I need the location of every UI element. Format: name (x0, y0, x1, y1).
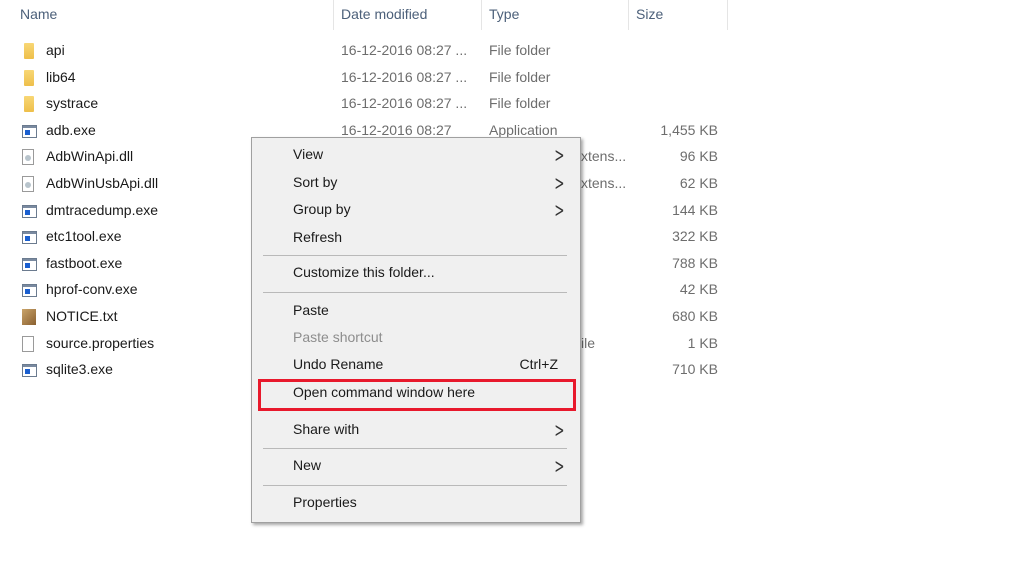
column-header-bar: ^ Name Date modified Type Size (0, 0, 1024, 30)
file-name: AdbWinApi.dll (46, 148, 134, 165)
menu-item-label: Undo Rename (293, 356, 384, 372)
context-menu: View > Sort by > Group by > Refresh Customi… (251, 137, 581, 523)
file-size: 322 KB (672, 228, 718, 245)
chevron-right-icon: > (554, 143, 565, 167)
file-type: ile (581, 334, 596, 351)
file-size: 42 KB (679, 281, 718, 298)
menu-separator (263, 485, 567, 486)
menu-item-label: Open command window here (293, 384, 476, 400)
file-name: AdbWinUsbApi.dll (46, 175, 159, 191)
menu-item-label: Customize this folder... (293, 264, 435, 280)
chevron-right-icon: > (554, 198, 565, 222)
exe-icon (22, 124, 37, 138)
menu-item-paste[interactable]: Paste (252, 298, 580, 324)
keyboard-shortcut: Ctrl+Z (519, 356, 559, 372)
file-size: 96 KB (679, 148, 718, 165)
file-size: 788 KB (672, 254, 718, 271)
file-type: xtens... (581, 175, 627, 191)
column-header-type[interactable]: Type (489, 6, 519, 22)
file-size: 62 KB (679, 175, 718, 191)
menu-item-label: Sort by (293, 174, 338, 190)
file-size: 1,455 KB (660, 121, 718, 138)
file-date: 16-12-2016 08:27 ... (341, 42, 468, 58)
file-name: dmtracedump.exe (46, 201, 159, 218)
menu-item-label: Group by (293, 201, 351, 217)
file-date: 16-12-2016 08:27 (341, 121, 452, 138)
menu-item-label: Share with (293, 421, 360, 437)
chevron-right-icon: > (554, 418, 565, 442)
menu-separator (263, 448, 567, 449)
menu-item-sort-by[interactable]: Sort by > (252, 170, 580, 196)
menu-item-properties[interactable]: Properties (252, 490, 580, 516)
menu-item-group-by[interactable]: Group by > (252, 197, 580, 223)
dll-icon (22, 176, 34, 192)
file-name: fastboot.exe (46, 254, 123, 271)
file-name: sqlite3.exe (46, 361, 113, 378)
exe-icon (22, 257, 37, 271)
menu-item-paste-shortcut: Paste shortcut (252, 325, 580, 351)
file-type: Application (489, 121, 558, 138)
menu-item-view[interactable]: View > (252, 142, 580, 168)
file-row[interactable]: api 16-12-2016 08:27 ... File folder (0, 38, 740, 64)
file-date: 16-12-2016 08:27 ... (341, 68, 468, 85)
menu-item-refresh[interactable]: Refresh (252, 225, 580, 251)
menu-item-new[interactable]: New > (252, 453, 580, 479)
column-divider[interactable] (628, 0, 629, 30)
file-name: systrace (46, 95, 99, 112)
exe-icon (22, 364, 37, 378)
menu-item-label: Paste (293, 302, 329, 318)
menu-separator (263, 255, 567, 256)
file-name: api (46, 42, 65, 58)
folder-icon (24, 69, 34, 86)
column-divider[interactable] (727, 0, 728, 30)
folder-icon (24, 43, 34, 59)
menu-item-label: Properties (293, 494, 357, 510)
column-header-name[interactable]: Name (20, 6, 57, 22)
dll-icon (22, 149, 34, 166)
file-name: hprof-conv.exe (46, 281, 138, 298)
menu-item-open-command-window[interactable]: Open command window here (252, 380, 580, 406)
file-type: File folder (489, 95, 551, 112)
file-size: 710 KB (672, 361, 718, 378)
file-name: adb.exe (46, 121, 96, 138)
file-type: xtens... (581, 148, 627, 165)
menu-item-label: Refresh (293, 229, 343, 245)
file-size: 680 KB (672, 308, 718, 324)
file-name: etc1tool.exe (46, 228, 122, 245)
column-divider[interactable] (481, 0, 482, 30)
txt-icon (22, 309, 36, 325)
chevron-right-icon: > (554, 171, 565, 195)
file-row[interactable]: systrace 16-12-2016 08:27 ... File folder (0, 91, 740, 117)
exe-icon (22, 284, 37, 298)
file-type: File folder (489, 68, 551, 85)
chevron-right-icon: > (554, 454, 565, 478)
file-size: 1 KB (687, 334, 718, 351)
file-row[interactable]: lib64 16-12-2016 08:27 ... File folder (0, 65, 740, 91)
file-name: NOTICE.txt (46, 308, 118, 324)
column-divider[interactable] (333, 0, 334, 30)
file-type: File folder (489, 42, 551, 58)
sort-ascending-icon: ^ (166, 0, 172, 6)
menu-separator (263, 292, 567, 293)
folder-icon (24, 96, 34, 113)
menu-item-share-with[interactable]: Share with > (252, 417, 580, 443)
file-size: 144 KB (672, 201, 718, 218)
file-date: 16-12-2016 08:27 ... (341, 95, 468, 112)
file-name: source.properties (46, 334, 155, 351)
column-header-date[interactable]: Date modified (341, 6, 427, 22)
file-icon (22, 335, 34, 352)
exe-icon (22, 231, 37, 245)
menu-item-undo-rename[interactable]: Undo Rename Ctrl+Z (252, 352, 580, 378)
file-name: lib64 (46, 68, 76, 85)
column-header-size[interactable]: Size (636, 6, 663, 22)
menu-item-label: View (293, 146, 324, 162)
menu-item-label: Paste shortcut (293, 329, 383, 345)
menu-item-label: New (293, 457, 322, 473)
menu-item-customize-folder[interactable]: Customize this folder... (252, 260, 580, 286)
exe-icon (22, 204, 37, 218)
